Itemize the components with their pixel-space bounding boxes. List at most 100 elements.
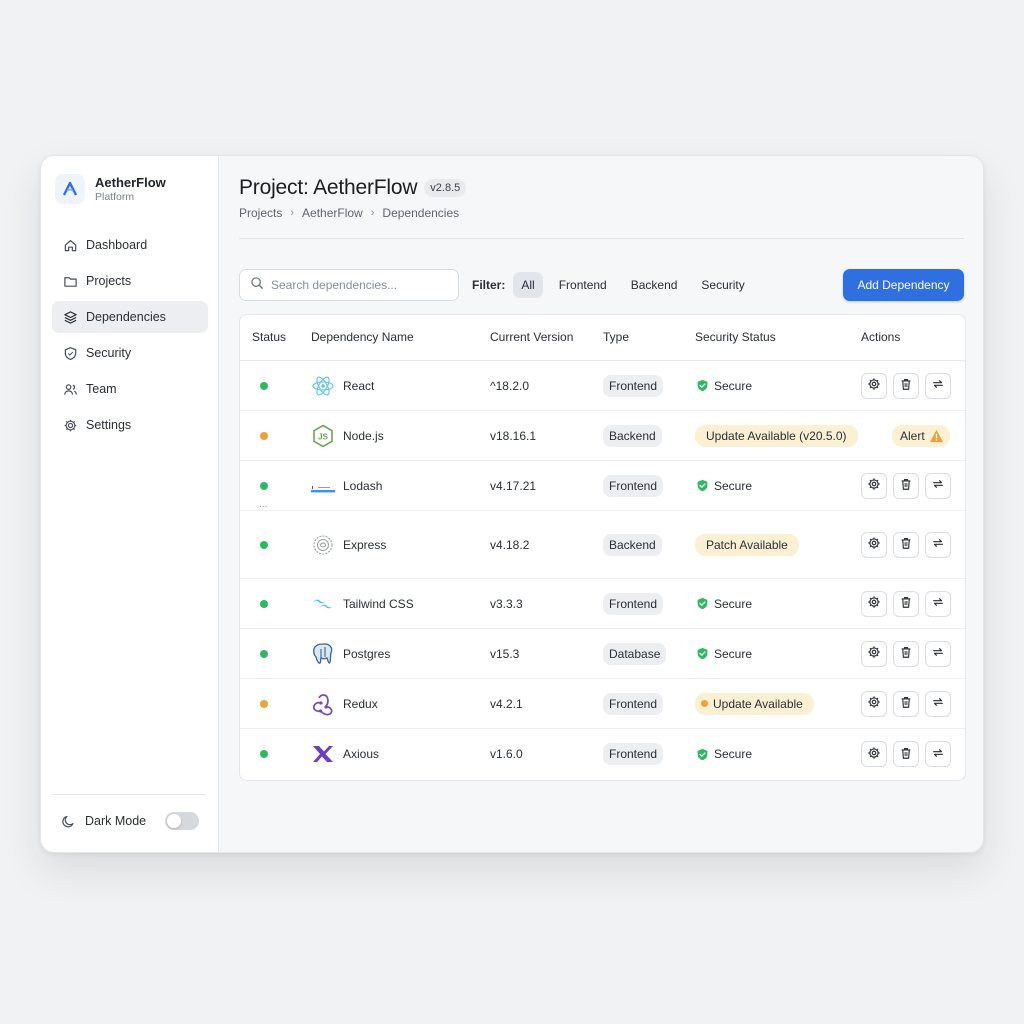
alert-label: Alert — [900, 428, 925, 443]
sidebar-item-security[interactable]: Security — [52, 337, 208, 369]
table-row[interactable]: ... Express v4.18.2 Backend Patch Available — [240, 499, 965, 579]
table-header: Status Dependency Name Current Version T… — [240, 315, 965, 361]
update-button[interactable] — [925, 640, 951, 667]
column-header-type[interactable]: Type — [603, 330, 629, 344]
settings-button[interactable] — [861, 690, 887, 717]
current-version: v4.2.1 — [490, 696, 523, 711]
update-button[interactable] — [925, 741, 951, 767]
breadcrumb-projects[interactable]: Projects — [239, 206, 282, 220]
dependency-name[interactable]: Node.js — [343, 429, 384, 443]
delete-button[interactable] — [893, 741, 919, 767]
breadcrumb-aetherflow[interactable]: AetherFlow — [302, 206, 363, 220]
dependency-name[interactable]: Postgres — [343, 647, 390, 661]
status-dot — [260, 431, 268, 440]
table-row[interactable]: Postgres v15.3 Database Secure — [240, 629, 965, 679]
sidebar: AetherFlow Platform Dashboard Projects D… — [41, 156, 219, 852]
aetherflow-logo-icon — [55, 174, 85, 204]
current-version: v1.6.0 — [490, 747, 523, 761]
sidebar-item-dependencies[interactable]: Dependencies — [52, 301, 208, 333]
dependency-name[interactable]: Express — [343, 538, 386, 552]
security-status: Secure — [714, 596, 753, 611]
sidebar-item-projects[interactable]: Projects — [52, 265, 208, 297]
brand[interactable]: AetherFlow Platform — [55, 174, 166, 204]
table-row[interactable]: Tailwind CSS v3.3.3 Frontend Secure — [240, 579, 965, 629]
redux-logo-icon — [310, 691, 336, 717]
filter-backend[interactable]: Backend — [623, 272, 686, 298]
settings-button[interactable] — [861, 472, 887, 499]
filter-label: Filter: — [472, 278, 506, 292]
update-button[interactable] — [925, 472, 951, 499]
dependency-name[interactable]: Redux — [343, 697, 378, 711]
sidebar-item-dashboard[interactable]: Dashboard — [52, 229, 208, 261]
refresh-icon — [931, 595, 945, 612]
sidebar-nav: Dashboard Projects Dependencies Security… — [52, 229, 208, 445]
home-icon — [62, 237, 78, 253]
current-version: ^18.2.0 — [490, 378, 529, 393]
update-button[interactable] — [925, 590, 951, 617]
gear-icon — [867, 595, 881, 612]
table-row[interactable]: Redux v4.2.1 Frontend Update Available — [240, 679, 965, 729]
table-row[interactable]: React ^18.2.0 Frontend Secure — [240, 361, 965, 411]
sidebar-item-label: Security — [86, 346, 132, 360]
svg-text:JS: JS — [318, 432, 328, 441]
search-box[interactable] — [239, 269, 459, 301]
table-row[interactable]: JS Node.js v18.16.1 Backend Update Available… — [240, 411, 965, 461]
table-row[interactable]: Lodash v4.17.21 Frontend Secure — [240, 461, 965, 511]
trash-icon — [899, 595, 913, 612]
filter-security[interactable]: Security — [693, 272, 752, 298]
status-dot — [260, 381, 268, 390]
settings-button[interactable] — [861, 640, 887, 667]
shield-check-icon — [697, 479, 708, 492]
column-header-version[interactable]: Current Version — [490, 330, 573, 344]
dependency-name[interactable]: React — [343, 379, 374, 393]
sidebar-item-label: Team — [86, 382, 117, 396]
search-input[interactable] — [271, 278, 451, 292]
settings-button[interactable] — [861, 372, 887, 399]
table-row[interactable]: Axious v1.6.0 Frontend Secure — [240, 729, 965, 779]
dependency-name[interactable]: Lodash — [343, 479, 382, 493]
warning-icon — [929, 429, 943, 442]
trash-icon — [899, 536, 913, 553]
column-header-name[interactable]: Dependency Name — [311, 330, 414, 344]
main-content: Project: AetherFlow v2.8.5 Projects › Ae… — [220, 156, 983, 852]
type-badge: Frontend — [603, 374, 664, 397]
delete-button[interactable] — [893, 690, 919, 717]
delete-button[interactable] — [893, 531, 919, 558]
settings-button[interactable] — [861, 741, 887, 767]
shield-check-icon — [697, 597, 708, 610]
delete-button[interactable] — [893, 640, 919, 667]
sidebar-item-label: Settings — [86, 418, 132, 432]
trash-icon — [899, 377, 913, 394]
refresh-icon — [931, 695, 945, 712]
dependency-name[interactable]: Tailwind CSS — [343, 597, 414, 611]
type-badge: Frontend — [603, 592, 664, 615]
delete-button[interactable] — [893, 590, 919, 617]
status-dot — [260, 649, 268, 658]
dependency-name[interactable]: Axious — [343, 747, 379, 761]
update-button[interactable] — [925, 531, 951, 558]
users-icon — [62, 381, 78, 397]
delete-button[interactable] — [893, 372, 919, 399]
sidebar-item-team[interactable]: Team — [52, 373, 208, 405]
trash-icon — [899, 746, 913, 763]
settings-button[interactable] — [861, 590, 887, 617]
status-dot — [260, 540, 268, 549]
update-button[interactable] — [925, 690, 951, 717]
alert-button[interactable]: Alert — [892, 424, 950, 447]
update-button[interactable] — [925, 372, 951, 399]
sidebar-item-settings[interactable]: Settings — [52, 409, 208, 441]
type-badge: Frontend — [603, 474, 664, 497]
type-badge: Frontend — [603, 743, 664, 765]
dark-mode-toggle[interactable] — [165, 812, 199, 830]
settings-button[interactable] — [861, 531, 887, 558]
filter-all[interactable]: All — [513, 272, 543, 298]
status-dot — [260, 699, 268, 708]
sidebar-item-label: Dependencies — [86, 310, 166, 324]
type-badge: Frontend — [603, 692, 664, 715]
column-header-security[interactable]: Security Status — [695, 330, 776, 344]
filter-frontend[interactable]: Frontend — [551, 272, 615, 298]
column-header-status[interactable]: Status — [252, 330, 286, 344]
delete-button[interactable] — [893, 472, 919, 499]
refresh-icon — [931, 746, 945, 763]
add-dependency-button[interactable]: Add Dependency — [843, 269, 964, 301]
